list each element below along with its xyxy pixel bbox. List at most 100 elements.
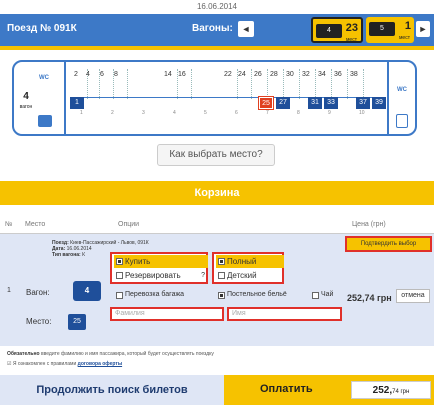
row-price: 252,74 грн [347, 293, 392, 303]
tea-label: Чай [321, 291, 334, 298]
full-checkbox[interactable] [218, 258, 225, 265]
total-amount: 252,74 грн [351, 381, 431, 399]
name-input[interactable]: Имя [227, 307, 342, 321]
upper-seat-4[interactable]: 4 [86, 69, 100, 99]
wagon-chip-4[interactable]: 4 23 мест [311, 17, 363, 43]
upper-seat-number: 22 [224, 71, 232, 78]
col-place: Место [25, 221, 46, 228]
compartment-number: 3 [142, 110, 145, 116]
lower-seat-31[interactable]: 31 [308, 97, 322, 109]
upper-seat-number: 30 [286, 71, 294, 78]
lower-seat-33[interactable]: 33 [324, 97, 338, 109]
footer-bar: Продолжить поиск билетов Оплатить 252,74… [0, 375, 434, 405]
train-number: Поезд № 091К [7, 23, 77, 34]
reserve-label: Резервировать [125, 271, 181, 280]
upper-seat-number: 4 [86, 71, 90, 78]
lower-seat-39[interactable]: 39 [372, 97, 386, 109]
col-options: Опции [118, 221, 140, 228]
upper-seat-22[interactable]: 22 [224, 69, 238, 99]
upper-seat-26[interactable]: 26 [254, 69, 268, 99]
lower-seat-1[interactable]: 1 [70, 97, 84, 109]
wc-label-right: WC [397, 87, 407, 93]
wagon-chip-5[interactable]: 5 1 мест [366, 17, 414, 43]
child-label: Детский [227, 271, 257, 280]
trash-icon [396, 114, 408, 128]
upper-seat-number: 14 [164, 71, 172, 78]
cup-icon [38, 115, 52, 127]
upper-seat-36[interactable]: 36 [334, 69, 348, 99]
agree-checkbox-icon[interactable]: ☑ [7, 361, 11, 367]
upper-seat-number: 34 [318, 71, 326, 78]
cancel-button[interactable]: отмена [396, 289, 430, 303]
wagon-free-count: 23 [345, 22, 358, 34]
buy-checkbox[interactable] [116, 258, 123, 265]
upper-seat-8[interactable]: 8 [114, 69, 128, 99]
wagon-icon: 4 [73, 281, 101, 301]
agree-note: ☑ Я ознакомлен с правилами договора офер… [7, 361, 122, 367]
upper-seat-number: 38 [350, 71, 358, 78]
upper-seat-number: 16 [178, 71, 186, 78]
seat-label: Место: [26, 317, 52, 326]
wagon-car-icon: 5 [369, 22, 395, 36]
col-num: № [5, 221, 13, 228]
reserve-option[interactable]: Резервировать ? [114, 269, 208, 282]
compartment-number: 7 [266, 110, 269, 116]
child-checkbox[interactable] [218, 272, 225, 279]
full-label: Полный [227, 257, 257, 266]
row-number: 1 [7, 287, 11, 294]
upper-seat-28[interactable]: 28 [270, 69, 284, 99]
upper-seat-38[interactable]: 38 [350, 69, 364, 99]
upper-seat-6[interactable]: 6 [100, 69, 114, 99]
upper-seat-number: 2 [74, 71, 78, 78]
how-to-choose-button[interactable]: Как выбрать место? [157, 144, 275, 166]
type-info-value: К [82, 252, 85, 258]
upper-seat-16[interactable]: 16 [178, 69, 192, 99]
car-number-value: 4 [23, 91, 29, 102]
full-option[interactable]: Полный [216, 255, 284, 268]
type-info-label: Тип вагона: [52, 252, 81, 258]
wagon-car-icon: 4 [316, 24, 342, 38]
wagons-label: Вагоны: [192, 23, 233, 34]
compartment-number: 10 [359, 110, 365, 116]
next-wagon-button[interactable]: ► [416, 21, 430, 37]
total-main: 252, [372, 385, 393, 396]
upper-seat-24[interactable]: 24 [238, 69, 252, 99]
tea-checkbox[interactable] [312, 292, 319, 299]
pay-button[interactable]: Оплатить 252,74 грн [224, 375, 434, 405]
upper-seat-32[interactable]: 32 [302, 69, 316, 99]
buy-option[interactable]: Купить [114, 255, 208, 268]
car-left-section: WC 4 вагон [14, 62, 66, 134]
offer-link[interactable]: договора оферты [78, 361, 122, 367]
purchase-type-group: Купить Резервировать ? [110, 252, 208, 284]
prev-wagon-button[interactable]: ◄ [238, 21, 254, 37]
continue-search-button[interactable]: Продолжить поиск билетов [0, 375, 224, 405]
upper-seat-30[interactable]: 30 [286, 69, 300, 99]
lower-seat-27[interactable]: 27 [276, 97, 290, 109]
date-label: 16.06.2014 [196, 2, 238, 11]
reserve-checkbox[interactable] [116, 272, 123, 279]
car-right-section: WC [387, 62, 415, 134]
upper-seat-number: 28 [270, 71, 278, 78]
compartment-number: 4 [173, 110, 176, 116]
help-icon[interactable]: ? [201, 269, 205, 282]
header-underline [0, 46, 434, 50]
confirm-button[interactable]: Подтвердить выбор [345, 236, 432, 252]
lower-seat-37[interactable]: 37 [356, 97, 370, 109]
upper-seat-number: 32 [302, 71, 310, 78]
baggage-checkbox[interactable] [116, 292, 123, 299]
car-seat-plan: WC 4 вагон 2 4 6 8 14 16 22 24 26 28 30 32 34 36 38 1 25… [12, 60, 417, 136]
child-option[interactable]: Детский [216, 269, 284, 282]
wagon-label: Вагон: [26, 288, 50, 297]
compartment-number: 2 [111, 110, 114, 116]
car-number: 4 вагон [18, 92, 34, 112]
baggage-label: Перевозка багажа [125, 291, 185, 298]
wagon-free-label: мест [398, 35, 410, 41]
upper-seat-14[interactable]: 14 [164, 69, 178, 99]
upper-seat-34[interactable]: 34 [318, 69, 332, 99]
linen-checkbox[interactable] [218, 292, 225, 299]
wagon-free-count: 1 [404, 20, 411, 32]
ticket-type-group: Полный Детский [212, 252, 284, 284]
lower-seat-25[interactable]: 25 [258, 96, 274, 110]
wagon-free-label: мест [345, 37, 357, 43]
surname-input[interactable]: Фамилия [110, 307, 224, 321]
